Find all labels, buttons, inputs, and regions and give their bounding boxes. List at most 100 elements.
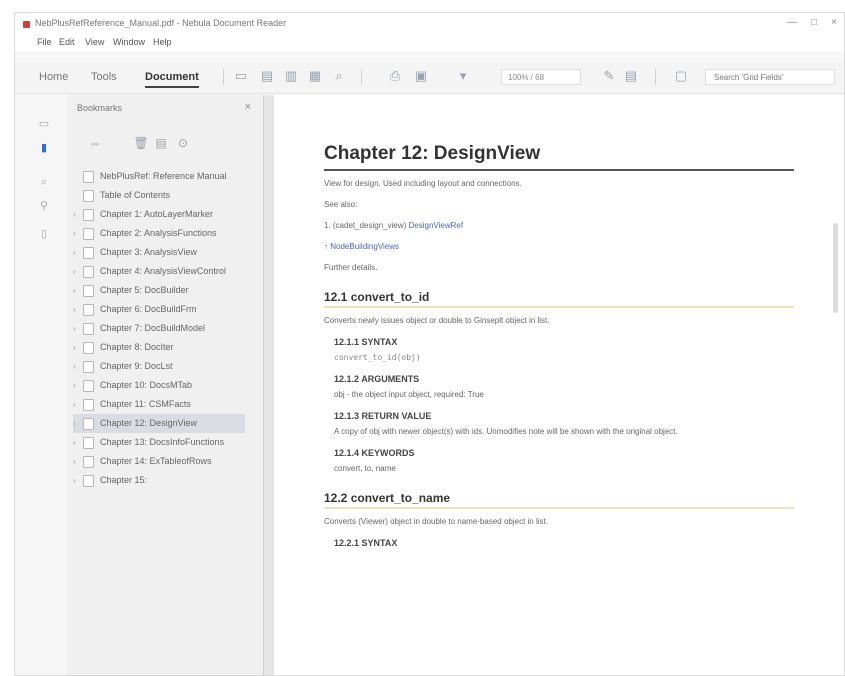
subsection-heading: 12.1.3 RETURN VALUE xyxy=(334,411,432,421)
bookmark-item[interactable]: › Chapter 1: AutoLayerMarker xyxy=(73,205,245,224)
bookmark-item[interactable]: › Chapter 4: AnalysisViewControl xyxy=(73,262,245,281)
bookmark-item[interactable]: › Chapter 11: CSMFacts xyxy=(73,395,245,414)
bookmark-item[interactable]: Table of Contents xyxy=(73,186,245,205)
search-icon[interactable]: ⌕ xyxy=(37,175,51,189)
menu-file[interactable]: File xyxy=(37,37,52,47)
reference-link-2[interactable]: NodeBuildingViews xyxy=(330,242,399,251)
subsection-heading: 12.1.4 KEYWORDS xyxy=(334,448,415,458)
bookmark-page-icon xyxy=(83,361,94,373)
bookmark-page-icon xyxy=(83,437,94,449)
bookmark-page-icon xyxy=(83,323,94,335)
print-icon[interactable]: ⎙ xyxy=(387,68,403,84)
bookmark-item[interactable]: › Chapter 2: AnalysisFunctions xyxy=(73,224,245,243)
expand-chevron-icon[interactable]: › xyxy=(73,303,81,316)
minimize-button[interactable]: — xyxy=(785,17,799,28)
expand-chevron-icon[interactable]: › xyxy=(73,341,81,354)
attachment-icon[interactable]: ⚲ xyxy=(37,199,51,213)
expand-chevron-icon[interactable]: › xyxy=(73,474,81,487)
toolbar-divider xyxy=(655,69,656,85)
document-scrollbar[interactable] xyxy=(833,223,838,313)
menu-edit[interactable]: Edit xyxy=(59,37,75,47)
expand-chevron-icon[interactable]: › xyxy=(73,360,81,373)
close-button[interactable]: × xyxy=(827,17,841,28)
bookmark-page-icon xyxy=(83,418,94,430)
expand-chevron-icon[interactable]: › xyxy=(73,284,81,297)
delete-bookmark-icon[interactable]: 🗑 xyxy=(133,135,149,151)
bookmark-label: Chapter 4: AnalysisViewControl xyxy=(100,266,226,276)
bookmark-page-icon xyxy=(83,190,94,202)
menu-view[interactable]: View xyxy=(85,37,104,47)
left-rail: ▭ ▮ ⌕ ⚲ ▯ xyxy=(15,95,67,675)
pen-icon[interactable]: ✎ xyxy=(601,68,617,84)
zoom-icon[interactable]: ⌕ xyxy=(331,68,347,84)
expand-chevron-icon[interactable]: › xyxy=(73,227,81,240)
single-page-view-icon[interactable]: ▤ xyxy=(259,68,275,84)
page-icon[interactable]: ▭ xyxy=(233,68,249,84)
reference-prefix: 1. (cadet_design_view) xyxy=(324,221,409,230)
reference-link-1[interactable]: DesignViewRef xyxy=(409,221,464,230)
form-icon[interactable]: ▢ xyxy=(673,68,689,84)
pages-icon[interactable]: ▭ xyxy=(37,117,51,131)
bookmark-item[interactable]: › Chapter 12: DesignView xyxy=(73,414,245,433)
bookmark-item[interactable]: › Chapter 3: AnalysisView xyxy=(73,243,245,262)
expand-chevron-icon[interactable]: › xyxy=(73,455,81,468)
menu-help[interactable]: Help xyxy=(153,37,172,47)
bookmark-label: Chapter 6: DocBuildFrm xyxy=(100,304,197,314)
menu-window[interactable]: Window xyxy=(113,37,145,47)
bookmark-page-icon xyxy=(83,456,94,468)
panel-close-button[interactable]: × xyxy=(245,101,251,113)
expand-chevron-icon[interactable]: › xyxy=(73,417,81,430)
subsection-heading: 12.1.1 SYNTAX xyxy=(334,337,398,347)
expand-chevron-icon[interactable]: › xyxy=(73,246,81,259)
bookmark-item[interactable]: › Chapter 7: DocBuildModel xyxy=(73,319,245,338)
subsection-text: A copy of obj with newer object(s) with … xyxy=(334,427,678,436)
bookmark-page-icon xyxy=(83,380,94,392)
bookmarks-icon[interactable]: ▮ xyxy=(37,141,51,155)
app-window: NebPlusRefReference_Manual.pdf - Nebula … xyxy=(14,12,845,676)
bookmark-page-icon xyxy=(83,475,94,487)
document-icon[interactable]: ▯ xyxy=(37,227,51,241)
bookmark-item[interactable]: › Chapter 14: ExTableofRows xyxy=(73,452,245,471)
document-area: Chapter 12: DesignView View for design. … xyxy=(274,95,844,675)
expand-chevron-icon[interactable]: › xyxy=(73,208,81,221)
bookmark-page-icon xyxy=(83,304,94,316)
expand-chevron-icon[interactable]: › xyxy=(73,398,81,411)
bookmark-item[interactable]: › Chapter 9: DocLst xyxy=(73,357,245,376)
bookmark-item[interactable]: › Chapter 8: DocIter xyxy=(73,338,245,357)
two-page-view-icon[interactable]: ▥ xyxy=(283,68,299,84)
bookmark-item[interactable]: › Chapter 10: DocsMTab xyxy=(73,376,245,395)
bookmark-item[interactable]: NebPlusRef: Reference Manual xyxy=(73,167,245,186)
new-bookmark-icon[interactable]: ▤ xyxy=(153,135,169,151)
search-input[interactable]: Search 'Grid Fields' xyxy=(705,69,835,85)
bookmark-label: Chapter 7: DocBuildModel xyxy=(100,323,206,333)
settings-icon[interactable]: ⊙ xyxy=(175,135,191,151)
bookmark-item[interactable]: › Chapter 5: DocBuilder xyxy=(73,281,245,300)
bookmark-label: Chapter 10: DocsMTab xyxy=(100,380,193,390)
expand-chevron-icon[interactable]: › xyxy=(73,436,81,449)
expand-chevron-icon[interactable]: › xyxy=(73,265,81,278)
bookmark-label: Table of Contents xyxy=(100,190,171,200)
section-heading: 12.1 convert_to_id xyxy=(324,290,794,308)
bookmark-item[interactable]: › Chapter 13: DocsInfoFunctions xyxy=(73,433,245,452)
syntax-code: convert_to_id(obj) xyxy=(334,353,421,362)
tab-home[interactable]: Home xyxy=(39,71,68,83)
bookmark-label: Chapter 5: DocBuilder xyxy=(100,285,189,295)
subsection-text: obj - the object input object, required:… xyxy=(334,390,484,399)
maximize-button[interactable]: □ xyxy=(807,17,821,28)
comment-icon[interactable]: ▤ xyxy=(623,68,639,84)
bookmark-item[interactable]: › Chapter 15: xyxy=(73,471,245,490)
expand-chevron-icon[interactable]: › xyxy=(73,379,81,392)
see-also-label: See also: xyxy=(324,200,358,209)
bookmark-item[interactable]: › Chapter 6: DocBuildFrm xyxy=(73,300,245,319)
zoom-level-field[interactable]: 100% / 68 xyxy=(501,69,581,85)
bookmark-page-icon xyxy=(83,285,94,297)
subsection-heading: 12.1.2 ARGUMENTS xyxy=(334,374,420,384)
save-icon[interactable]: ▣ xyxy=(413,68,429,84)
expand-collapse-icon[interactable]: ⇔ xyxy=(87,135,103,151)
dropdown-arrow-icon[interactable]: ▾ xyxy=(455,68,471,84)
expand-chevron-icon[interactable]: › xyxy=(73,322,81,335)
bookmark-page-icon xyxy=(83,171,94,183)
grid-view-icon[interactable]: ▦ xyxy=(307,68,323,84)
tab-tools[interactable]: Tools xyxy=(91,71,117,83)
tab-document[interactable]: Document xyxy=(145,71,199,88)
